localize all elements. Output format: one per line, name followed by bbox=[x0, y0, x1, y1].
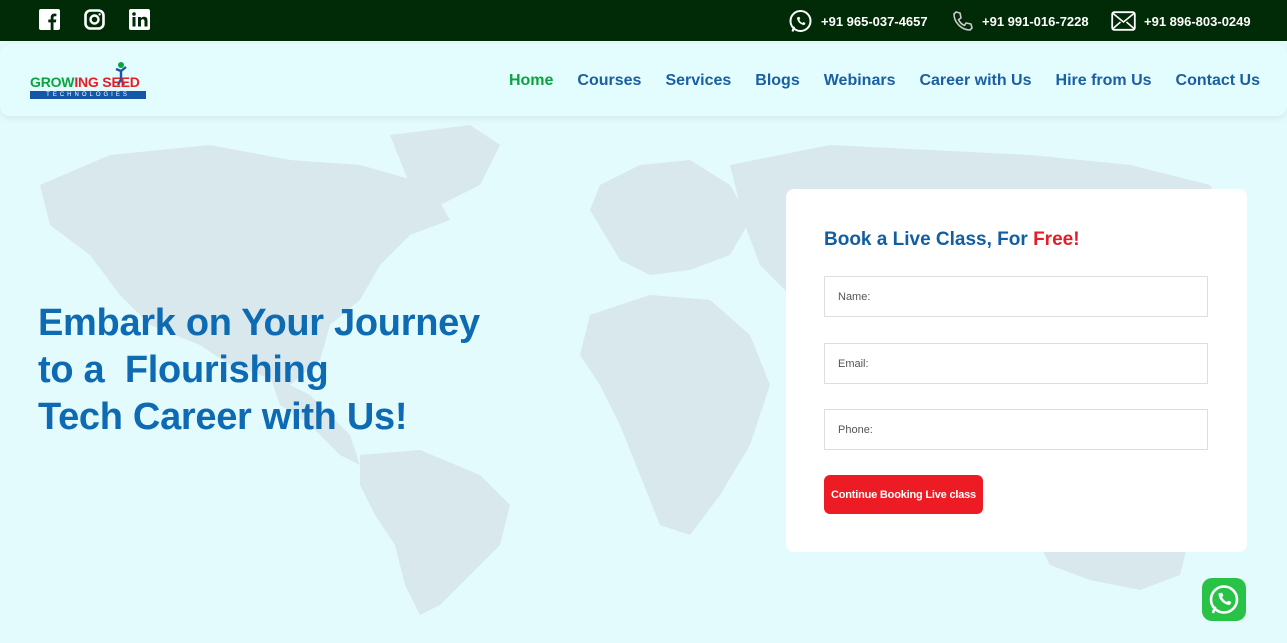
nav-courses[interactable]: Courses bbox=[577, 72, 641, 90]
mail-icon bbox=[1111, 11, 1136, 31]
mail-number: +91 896-803-0249 bbox=[1144, 13, 1251, 29]
hero-line-2: to a Flourishing bbox=[38, 349, 329, 391]
whatsapp-number: +91 965-037-4657 bbox=[821, 13, 928, 29]
main-nav-bar: GROWING SEED TECHNOLOGIES Home Courses S… bbox=[0, 44, 1287, 116]
nav-contact[interactable]: Contact Us bbox=[1176, 72, 1260, 90]
site-logo[interactable]: GROWING SEED TECHNOLOGIES bbox=[30, 61, 148, 101]
facebook-icon[interactable] bbox=[39, 9, 60, 30]
continue-booking-button[interactable]: Continue Booking Live class bbox=[824, 475, 983, 514]
hero-line-1: Embark on Your Journey bbox=[38, 302, 480, 344]
nav-blogs[interactable]: Blogs bbox=[755, 72, 799, 90]
form-title-highlight: Free! bbox=[1033, 229, 1080, 250]
phone-contact[interactable]: +91 991-016-7228 bbox=[952, 9, 1089, 33]
phone-number: +91 991-016-7228 bbox=[982, 13, 1089, 29]
email-field[interactable] bbox=[824, 343, 1208, 384]
form-title-text: Book a Live Class, For bbox=[824, 229, 1034, 250]
nav-career[interactable]: Career with Us bbox=[919, 72, 1031, 90]
primary-nav: Home Courses Services Blogs Webinars Car… bbox=[509, 72, 1260, 90]
logo-wordmark: GROWING SEED bbox=[30, 74, 140, 90]
phone-icon bbox=[953, 11, 973, 31]
whatsapp-contact[interactable]: +91 965-037-4657 bbox=[788, 9, 928, 33]
booking-form-card: Book a Live Class, For Free! Continue Bo… bbox=[786, 189, 1247, 552]
whatsapp-chat-button[interactable] bbox=[1202, 578, 1246, 621]
nav-services[interactable]: Services bbox=[665, 72, 731, 90]
linkedin-icon[interactable] bbox=[129, 9, 150, 30]
name-field[interactable] bbox=[824, 276, 1208, 317]
instagram-icon[interactable] bbox=[84, 9, 105, 30]
mail-contact[interactable]: +91 896-803-0249 bbox=[1111, 9, 1251, 33]
whatsapp-icon bbox=[1209, 584, 1239, 614]
whatsapp-icon bbox=[789, 9, 812, 32]
nav-webinars[interactable]: Webinars bbox=[824, 72, 896, 90]
nav-hire[interactable]: Hire from Us bbox=[1056, 72, 1152, 90]
booking-form-title: Book a Live Class, For Free! bbox=[824, 229, 1080, 251]
hero-line-3: Tech Career with Us! bbox=[38, 396, 408, 438]
top-bar: +91 965-037-4657 +91 991-016-7228 +91 89… bbox=[0, 0, 1287, 41]
hero-heading: Embark on Your Journey to a Flourishing … bbox=[38, 300, 598, 441]
logo-tagline: TECHNOLOGIES bbox=[30, 91, 146, 99]
phone-field[interactable] bbox=[824, 409, 1208, 450]
nav-home[interactable]: Home bbox=[509, 72, 553, 90]
